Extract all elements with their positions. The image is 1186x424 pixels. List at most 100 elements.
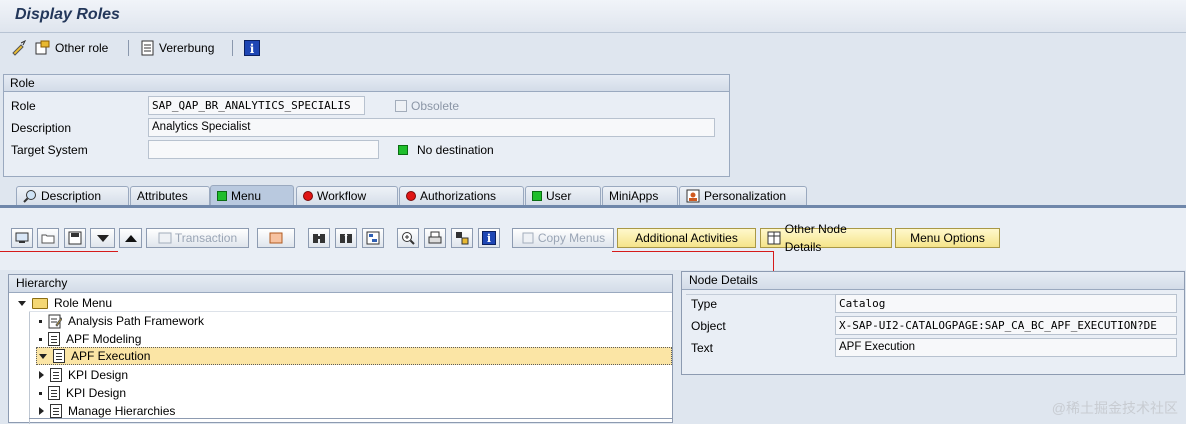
tab-authorizations[interactable]: Authorizations — [399, 186, 524, 205]
tab-user[interactable]: User — [525, 186, 601, 205]
tab-miniapps[interactable]: MiniApps — [602, 186, 678, 205]
tab-label: Attributes — [137, 188, 188, 203]
status-green-icon — [532, 191, 542, 201]
target-system-label: Target System — [11, 143, 88, 157]
info-button[interactable]: i — [244, 38, 260, 58]
toolbar-separator — [128, 40, 129, 56]
description-label: Description — [11, 121, 72, 135]
layout-button[interactable] — [451, 228, 473, 248]
text-field[interactable]: APF Execution — [835, 338, 1177, 357]
expand-icon[interactable] — [39, 371, 44, 379]
svg-text:i: i — [250, 42, 255, 56]
collapse-icon[interactable] — [18, 300, 26, 306]
delete-node-button[interactable] — [257, 228, 295, 248]
hierarchy-panel: Hierarchy Role Menu Analysis Path Framew… — [8, 274, 673, 424]
vererbung-button[interactable]: Vererbung — [141, 38, 214, 58]
status-green-icon — [217, 191, 227, 201]
copy-menus-button[interactable]: Copy Menus — [512, 228, 614, 248]
zoom-button[interactable] — [397, 228, 419, 248]
other-role-button[interactable]: Other role — [35, 38, 108, 58]
target-system-field[interactable] — [148, 140, 379, 159]
other-node-details-button[interactable]: Other Node Details — [760, 222, 892, 254]
move-down-button[interactable] — [90, 228, 115, 248]
tree-item[interactable]: Analysis Path Framework — [39, 312, 204, 330]
title-bar — [0, 0, 1186, 33]
toolbar-separator — [232, 40, 233, 56]
display-icon — [15, 232, 29, 243]
find-button[interactable] — [308, 228, 330, 248]
annotation-line — [612, 251, 774, 252]
object-field[interactable]: X-SAP-UI2-CATALOGPAGE:SAP_CA_BC_APF_EXEC… — [835, 316, 1177, 335]
collapse-icon[interactable] — [39, 353, 47, 359]
tree-root-label: Role Menu — [54, 296, 113, 310]
application-toolbar: Other role Vererbung i — [0, 34, 1186, 62]
checkbox-box — [395, 100, 407, 112]
svg-text:i: i — [487, 232, 491, 245]
display-button[interactable] — [11, 228, 33, 248]
additional-activities-label: Additional Activities — [635, 231, 738, 245]
folder-icon — [41, 234, 55, 244]
find-next-button[interactable]: + — [335, 228, 357, 248]
destination-status-text: No destination — [417, 143, 494, 157]
leaf-bullet-icon — [39, 337, 42, 341]
tab-label: User — [546, 188, 572, 203]
role-field[interactable]: SAP_QAP_BR_ANALYTICS_SPECIALIS — [148, 96, 365, 115]
binoculars-plus-icon: + — [340, 233, 352, 243]
tree-item[interactable]: KPI Design — [39, 366, 128, 384]
destination-status: No destination — [398, 143, 494, 157]
tab-description[interactable]: Description — [16, 186, 129, 205]
menu-options-label: Menu Options — [910, 231, 985, 245]
transaction-button[interactable]: Transaction — [146, 228, 249, 248]
edit-toggle-button[interactable] — [11, 38, 27, 58]
obsolete-label: Obsolete — [411, 99, 460, 113]
tree-item[interactable]: APF Modeling — [39, 330, 141, 348]
tree-item-label: KPI Design — [66, 386, 127, 400]
tree-item-label: APF Modeling — [66, 332, 142, 346]
catalog-icon — [48, 386, 60, 400]
obsolete-checkbox[interactable]: Obsolete — [395, 99, 459, 113]
catalog-icon — [48, 332, 60, 346]
delete-node-icon — [269, 232, 283, 244]
tree-item-label: APF Execution — [71, 349, 151, 363]
type-label: Type — [691, 297, 718, 311]
tab-attributes[interactable]: Attributes — [130, 186, 210, 205]
role-label: Role — [11, 99, 36, 113]
tab-label: Workflow — [317, 188, 367, 203]
annotation-line — [0, 251, 118, 252]
printer-icon — [428, 231, 442, 244]
personalization-icon — [686, 189, 700, 203]
watermark-text: @稀土掘金技术社区 — [1051, 400, 1178, 416]
folder-icon — [32, 297, 48, 309]
tree-item-selected[interactable]: APF Execution — [36, 347, 672, 365]
tab-label: Authorizations — [420, 188, 497, 203]
tab-workflow[interactable]: Workflow — [296, 186, 398, 205]
object-label: Object — [691, 319, 726, 333]
tree-item[interactable]: KPI Design — [39, 384, 126, 402]
menu-info-button[interactable]: i — [478, 228, 500, 248]
tab-personalization[interactable]: Personalization — [679, 186, 807, 205]
tree-guide-line — [29, 311, 30, 424]
catalog-icon — [50, 404, 62, 418]
additional-activities-button[interactable]: Additional Activities — [617, 228, 756, 248]
role-group-header: Role — [4, 75, 729, 92]
move-up-button[interactable] — [119, 228, 142, 248]
description-field[interactable]: Analytics Specialist — [148, 118, 715, 137]
menu-options-button[interactable]: Menu Options — [895, 228, 1000, 248]
other-node-details-label: Other Node Details — [784, 222, 847, 254]
tab-menu[interactable]: Menu — [210, 185, 294, 206]
role-switch-icon — [35, 40, 50, 55]
leaf-bullet-icon — [39, 391, 42, 395]
expand-icon[interactable] — [39, 407, 44, 415]
tree-icon — [366, 231, 380, 245]
save-node-button[interactable] — [64, 228, 86, 248]
vererbung-label: Vererbung — [159, 41, 215, 55]
other-role-label: Other role — [55, 41, 109, 55]
info-icon: i — [482, 231, 496, 245]
node-details-icon — [767, 231, 781, 245]
type-field[interactable]: Catalog — [835, 294, 1177, 313]
expand-subtree-button[interactable] — [362, 228, 384, 248]
tab-label: Menu — [231, 188, 262, 203]
tree-root[interactable]: Role Menu — [18, 294, 112, 312]
create-folder-button[interactable] — [37, 228, 59, 248]
print-button[interactable] — [424, 228, 446, 248]
